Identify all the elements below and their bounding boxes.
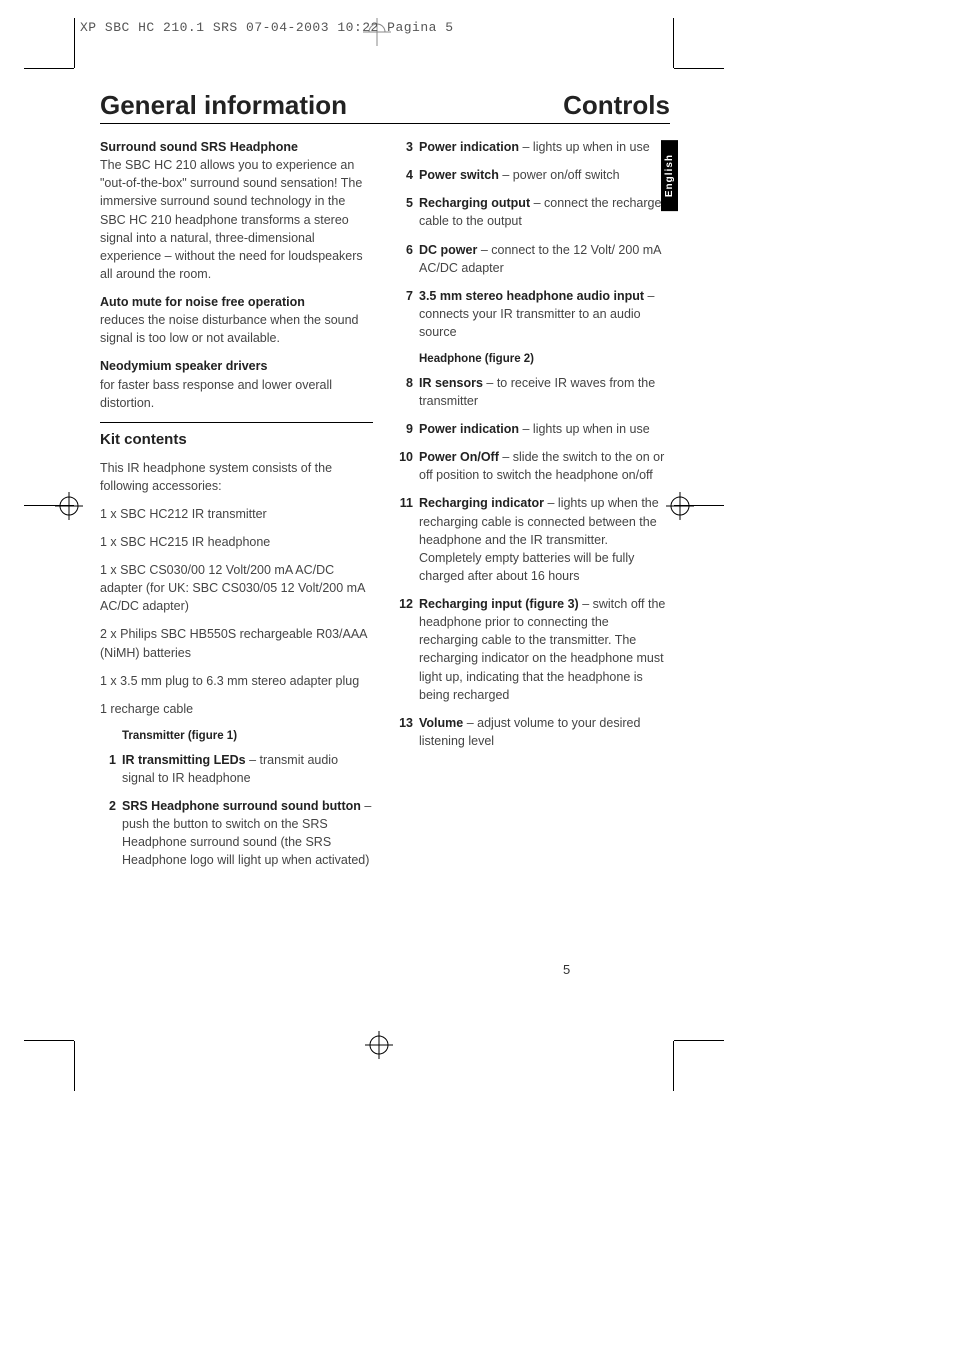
neodymium-text: for faster bass response and lower overa…: [100, 378, 332, 410]
item-number: 7: [397, 287, 419, 341]
kit-item: 1 x SBC HC212 IR transmitter: [100, 505, 373, 523]
transmitter-subheading: Transmitter (figure 1): [122, 728, 373, 745]
print-slug: XP SBC HC 210.1 SRS 07-04-2003 10:22 Pag…: [80, 20, 454, 35]
item-label: Power indication: [419, 140, 519, 154]
control-item-7: 7 3.5 mm stereo headphone audio input – …: [397, 287, 670, 341]
automute-paragraph: Auto mute for noise free operation reduc…: [100, 293, 373, 347]
registration-mark-icon: [365, 1031, 393, 1059]
registration-mark-icon: [55, 492, 83, 520]
page-headings: General information Controls: [100, 90, 670, 124]
control-item-6: 6 DC power – connect to the 12 Volt/ 200…: [397, 241, 670, 277]
item-number: 11: [397, 494, 419, 585]
crop-mark: [74, 1041, 75, 1091]
item-label: DC power: [419, 243, 477, 257]
item-number: 3: [397, 138, 419, 156]
item-number: 10: [397, 448, 419, 484]
control-item-1: 1 IR transmitting LEDs – transmit audio …: [100, 751, 373, 787]
item-number: 2: [100, 797, 122, 870]
control-item-9: 9 Power indication – lights up when in u…: [397, 420, 670, 438]
item-label: SRS Headphone surround sound button: [122, 799, 361, 813]
control-item-8: 8 IR sensors – to receive IR waves from …: [397, 374, 670, 410]
item-number: 8: [397, 374, 419, 410]
item-number: 6: [397, 241, 419, 277]
page-number: 5: [563, 962, 570, 977]
kit-contents-heading: Kit contents: [100, 429, 373, 451]
item-label: Recharging indicator: [419, 496, 544, 510]
crop-mark: [673, 1041, 674, 1091]
control-item-10: 10 Power On/Off – slide the switch to th…: [397, 448, 670, 484]
control-item-2: 2 SRS Headphone surround sound button – …: [100, 797, 373, 870]
heading-general-information: General information: [100, 90, 347, 121]
automute-text: reduces the noise disturbance when the s…: [100, 313, 359, 345]
registration-mark-icon: [666, 492, 694, 520]
neodymium-heading: Neodymium speaker drivers: [100, 359, 267, 373]
control-item-5: 5 Recharging output – connect the rechar…: [397, 194, 670, 230]
item-label: Volume: [419, 716, 463, 730]
automute-heading: Auto mute for noise free operation: [100, 295, 305, 309]
item-label: 3.5 mm stereo headphone audio input: [419, 289, 644, 303]
kit-item: 1 x SBC HC215 IR headphone: [100, 533, 373, 551]
item-number: 13: [397, 714, 419, 750]
kit-item: 2 x Philips SBC HB550S rechargeable R03/…: [100, 625, 373, 661]
item-number: 12: [397, 595, 419, 704]
right-column: 3 Power indication – lights up when in u…: [397, 138, 670, 879]
control-item-12: 12 Recharging input (figure 3) – switch …: [397, 595, 670, 704]
control-item-13: 13 Volume – adjust volume to your desire…: [397, 714, 670, 750]
page-content: General information Controls Surround so…: [100, 90, 670, 879]
item-label: Recharging input (figure 3): [419, 597, 579, 611]
crop-mark: [674, 1040, 724, 1041]
item-desc: – lights up when in use: [519, 140, 650, 154]
item-number: 4: [397, 166, 419, 184]
item-label: Power switch: [419, 168, 499, 182]
control-item-3: 3 Power indication – lights up when in u…: [397, 138, 670, 156]
crop-mark: [74, 18, 75, 68]
surround-heading: Surround sound SRS Headphone: [100, 140, 298, 154]
item-desc: – power on/off switch: [499, 168, 620, 182]
kit-item: 1 x 3.5 mm plug to 6.3 mm stereo adapter…: [100, 672, 373, 690]
item-desc: – lights up when in use: [519, 422, 650, 436]
section-divider: [100, 422, 373, 423]
kit-intro: This IR headphone system consists of the…: [100, 459, 373, 495]
item-label: Recharging output: [419, 196, 530, 210]
heading-controls: Controls: [563, 90, 670, 121]
item-number: 1: [100, 751, 122, 787]
item-label: IR transmitting LEDs: [122, 753, 246, 767]
control-item-4: 4 Power switch – power on/off switch: [397, 166, 670, 184]
crop-mark: [674, 68, 724, 69]
item-label: IR sensors: [419, 376, 483, 390]
item-number: 5: [397, 194, 419, 230]
item-label: Power On/Off: [419, 450, 499, 464]
surround-text: The SBC HC 210 allows you to experience …: [100, 158, 363, 281]
neodymium-paragraph: Neodymium speaker drivers for faster bas…: [100, 357, 373, 411]
item-number: 9: [397, 420, 419, 438]
kit-item: 1 recharge cable: [100, 700, 373, 718]
crop-mark: [24, 68, 74, 69]
crop-mark: [24, 1040, 74, 1041]
item-desc: – switch off the headphone prior to conn…: [419, 597, 665, 702]
headphone-subheading: Headphone (figure 2): [419, 351, 670, 368]
left-column: Surround sound SRS Headphone The SBC HC …: [100, 138, 373, 879]
item-label: Power indication: [419, 422, 519, 436]
control-item-11: 11 Recharging indicator – lights up when…: [397, 494, 670, 585]
surround-paragraph: Surround sound SRS Headphone The SBC HC …: [100, 138, 373, 283]
kit-item: 1 x SBC CS030/00 12 Volt/200 mA AC/DC ad…: [100, 561, 373, 615]
crop-mark: [673, 18, 674, 68]
